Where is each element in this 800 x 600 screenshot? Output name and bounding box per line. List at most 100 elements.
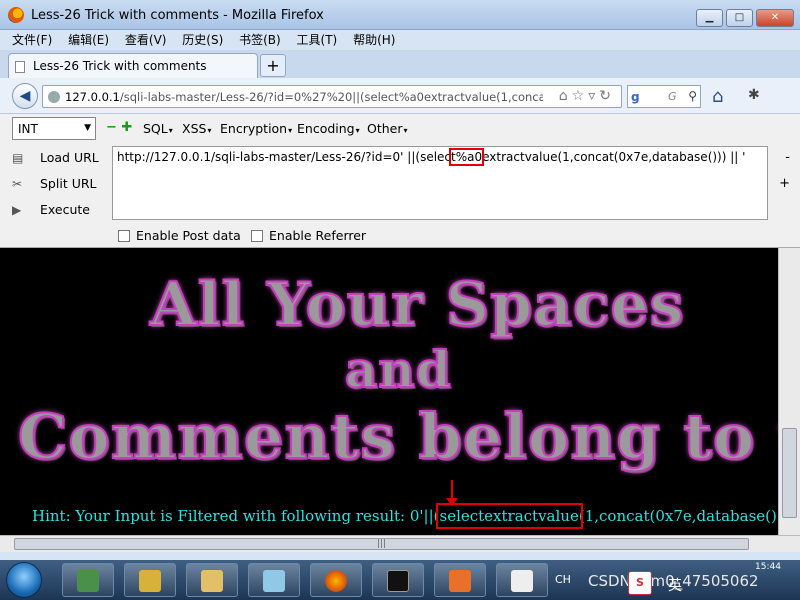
menu-encryption[interactable]: Encryption bbox=[220, 121, 292, 136]
firefox-icon bbox=[325, 570, 347, 592]
enable-post-checkbox[interactable]: Enable Post data bbox=[118, 228, 241, 243]
menu-view[interactable]: 查看(V) bbox=[125, 30, 167, 50]
window-controls: ▁ □ ✕ bbox=[693, 9, 794, 27]
firefox-icon bbox=[8, 7, 24, 23]
type-select[interactable]: INT ▼ bbox=[12, 117, 96, 140]
menu-encoding[interactable]: Encoding bbox=[297, 121, 360, 136]
minus-icon[interactable]: - bbox=[785, 150, 790, 165]
horizontal-scrollbar[interactable]: ||| bbox=[0, 535, 800, 552]
csdn-logo-icon: S bbox=[628, 571, 652, 595]
menu-bookmarks[interactable]: 书签(B) bbox=[239, 30, 281, 50]
menu-bar: 文件(F) 编辑(E) 查看(V) 历史(S) 书签(B) 工具(T) 帮助(H… bbox=[0, 30, 800, 50]
home-small-icon[interactable]: ⌂ bbox=[559, 88, 572, 104]
notepad-icon bbox=[263, 570, 285, 592]
execute-button[interactable]: ▶ Execute bbox=[12, 202, 90, 217]
google-icon[interactable]: g bbox=[631, 90, 640, 104]
status-bar bbox=[0, 552, 800, 560]
menu-other[interactable]: Other bbox=[367, 121, 408, 136]
firebug-icon[interactable]: ✱ bbox=[748, 87, 760, 103]
hackbar-panel: INT ▼ − ✚ SQL XSS Encryption Encoding Ot… bbox=[0, 114, 800, 248]
menu-xss[interactable]: XSS bbox=[182, 121, 211, 136]
enable-referrer-checkbox[interactable]: Enable Referrer bbox=[251, 228, 366, 243]
menu-sql[interactable]: SQL bbox=[143, 121, 173, 136]
language-indicator[interactable]: CH bbox=[555, 573, 571, 586]
taskbar-app-notepad[interactable] bbox=[248, 563, 300, 597]
url-text: 127.0.0.1/sqli-labs-master/Less-26/?id=0… bbox=[65, 90, 543, 104]
back-button[interactable]: ◀ bbox=[12, 83, 38, 109]
menu-edit[interactable]: 编辑(E) bbox=[68, 30, 109, 50]
execute-label: Execute bbox=[40, 202, 90, 217]
editor-icon bbox=[511, 570, 533, 592]
url-bar[interactable]: 127.0.0.1/sqli-labs-master/Less-26/?id=0… bbox=[42, 85, 622, 108]
type-select-value: INT bbox=[18, 122, 38, 136]
split-url-icon: ✂ bbox=[12, 177, 23, 191]
enable-post-label: Enable Post data bbox=[136, 228, 241, 243]
tab-strip: Less-26 Trick with comments + bbox=[0, 50, 800, 78]
taskbar-app-editor[interactable] bbox=[496, 563, 548, 597]
chevron-down-icon: ▼ bbox=[84, 123, 91, 133]
start-button[interactable] bbox=[6, 562, 42, 598]
network-icon bbox=[77, 570, 99, 592]
taskbar-app-firefox[interactable] bbox=[310, 563, 362, 597]
annotation-arrow bbox=[451, 480, 453, 500]
checkbox-box[interactable] bbox=[251, 230, 263, 242]
enable-referrer-label: Enable Referrer bbox=[269, 228, 367, 243]
menu-tools[interactable]: 工具(T) bbox=[297, 30, 338, 50]
load-url-icon: ▤ bbox=[12, 151, 24, 165]
minimize-button[interactable]: ▁ bbox=[696, 9, 723, 27]
hint-text: Hint: Your Input is Filtered with follow… bbox=[32, 503, 778, 529]
taskbar-app-burp[interactable] bbox=[434, 563, 486, 597]
annotation-arrow-head bbox=[446, 498, 458, 506]
globe-icon bbox=[48, 91, 60, 103]
reload-icon[interactable]: ↻ bbox=[599, 88, 615, 104]
checkbox-box[interactable] bbox=[118, 230, 130, 242]
menu-help[interactable]: 帮助(H) bbox=[353, 30, 395, 50]
highlight-box: t%a0 bbox=[449, 148, 485, 166]
execute-icon: ▶ bbox=[12, 203, 22, 217]
decrease-increase-icon[interactable]: − ✚ bbox=[106, 120, 132, 135]
clock[interactable]: 15:44 bbox=[755, 562, 781, 572]
vertical-scrollbar[interactable] bbox=[778, 248, 800, 535]
star-icon[interactable]: ☆ bbox=[572, 88, 589, 104]
page-content: All Your Spaces and Comments belong to u… bbox=[0, 248, 778, 535]
maximize-button[interactable]: □ bbox=[726, 9, 753, 27]
taskbar-app-files[interactable] bbox=[124, 563, 176, 597]
load-url-button[interactable]: ▤ Load URL bbox=[12, 150, 99, 165]
taskbar-app-cmd[interactable] bbox=[372, 563, 424, 597]
headline-line-2: and bbox=[344, 339, 452, 400]
hint-highlight-box: selectextractvalue bbox=[435, 503, 583, 529]
home-icon[interactable]: ⌂ bbox=[712, 86, 723, 107]
horizontal-scroll-thumb[interactable]: ||| bbox=[14, 538, 749, 550]
vertical-scroll-thumb[interactable] bbox=[782, 428, 797, 518]
headline-line-3: Comments belong to us bbox=[17, 399, 778, 474]
search-bar[interactable]: g G ⚲ bbox=[627, 85, 701, 108]
navigation-bar: ◀ 127.0.0.1/sqli-labs-master/Less-26/?id… bbox=[0, 78, 800, 114]
window-title: Less-26 Trick with comments - Mozilla Fi… bbox=[31, 8, 324, 23]
folder-icon bbox=[201, 570, 223, 592]
split-url-label: Split URL bbox=[40, 176, 97, 191]
tab-active[interactable]: Less-26 Trick with comments bbox=[8, 53, 258, 78]
headline-line-1: All Your Spaces bbox=[149, 269, 685, 341]
page-icon bbox=[15, 61, 25, 73]
url-textarea[interactable]: http://127.0.0.1/sqli-labs-master/Less-2… bbox=[112, 146, 768, 220]
close-button[interactable]: ✕ bbox=[756, 9, 794, 27]
search-placeholder: G bbox=[668, 90, 677, 103]
taskbar-app-network[interactable] bbox=[62, 563, 114, 597]
plus-icon[interactable]: + bbox=[779, 176, 790, 191]
ime-indicator[interactable]: 英 bbox=[668, 575, 682, 595]
url-actions: ⌂☆▿↻ bbox=[559, 88, 615, 104]
menu-file[interactable]: 文件(F) bbox=[12, 30, 52, 50]
split-url-button[interactable]: ✂ Split URL bbox=[12, 176, 97, 191]
terminal-icon bbox=[387, 570, 409, 592]
title-bar: Less-26 Trick with comments - Mozilla Fi… bbox=[0, 0, 800, 30]
search-icon[interactable]: ⚲ bbox=[688, 89, 697, 103]
url-textarea-content: http://127.0.0.1/sqli-labs-master/Less-2… bbox=[117, 148, 746, 166]
dropdown-icon[interactable]: ▿ bbox=[588, 88, 599, 104]
menu-history[interactable]: 历史(S) bbox=[182, 30, 223, 50]
files-icon bbox=[139, 570, 161, 592]
load-url-label: Load URL bbox=[40, 150, 99, 165]
tab-label: Less-26 Trick with comments bbox=[33, 59, 207, 73]
burp-icon bbox=[449, 570, 471, 592]
new-tab-button[interactable]: + bbox=[260, 54, 286, 77]
taskbar-app-explorer[interactable] bbox=[186, 563, 238, 597]
